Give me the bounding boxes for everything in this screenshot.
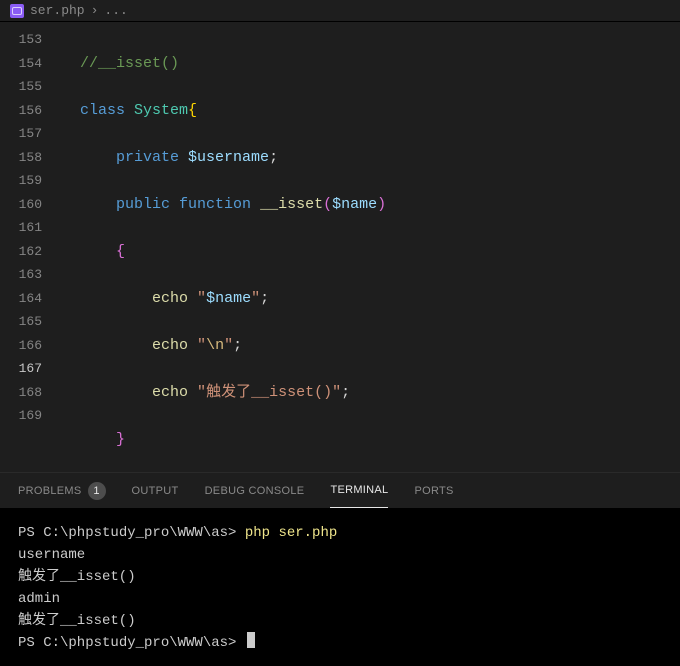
tab-problems-label: PROBLEMS <box>18 485 82 497</box>
line-number: 161 <box>0 216 60 240</box>
code-comment: //__isset() <box>80 55 179 72</box>
tab-output[interactable]: OUTPUT <box>132 473 179 508</box>
tab-terminal[interactable]: TERMINAL <box>330 473 388 508</box>
terminal-output-line: 触发了__isset() <box>18 569 136 585</box>
line-number: 162 <box>0 240 60 264</box>
panel-tab-bar: PROBLEMS 1 OUTPUT DEBUG CONSOLE TERMINAL… <box>0 473 680 508</box>
str-trigger: 触发了__isset() <box>206 384 332 401</box>
breadcrumb-filename[interactable]: ser.php <box>30 3 85 18</box>
fn-echo: echo <box>152 337 188 354</box>
kw-function: function <box>179 196 251 213</box>
class-name: System <box>134 102 188 119</box>
str-q: " <box>251 290 260 307</box>
param-name: $name <box>332 196 377 213</box>
terminal-prompt: PS C:\phpstudy_pro\WWW\as> <box>18 525 245 541</box>
line-number: 166 <box>0 334 60 358</box>
tab-output-label: OUTPUT <box>132 485 179 497</box>
terminal-command: php ser.php <box>245 525 337 541</box>
line-number: 163 <box>0 263 60 287</box>
line-number: 159 <box>0 169 60 193</box>
fn-isset-magic: __isset <box>260 196 323 213</box>
php-file-icon <box>10 4 24 18</box>
tab-debug-label: DEBUG CONSOLE <box>205 485 305 497</box>
breadcrumb-rest[interactable]: ... <box>104 3 127 18</box>
str-name-body: $name <box>206 290 251 307</box>
var-username: $username <box>188 149 269 166</box>
line-number: 154 <box>0 52 60 76</box>
str-q: " <box>224 337 233 354</box>
breadcrumb-sep-icon: › <box>91 3 99 18</box>
line-number: 165 <box>0 310 60 334</box>
tab-ports[interactable]: PORTS <box>414 473 453 508</box>
str-esc: \n <box>206 337 224 354</box>
terminal-output-line: admin <box>18 591 60 607</box>
line-number: 168 <box>0 381 60 405</box>
str-q: " <box>197 384 206 401</box>
line-number: 157 <box>0 122 60 146</box>
fn-echo: echo <box>152 384 188 401</box>
kw-class: class <box>80 102 125 119</box>
str-q: " <box>197 290 206 307</box>
line-number: 153 <box>0 28 60 52</box>
tab-debug-console[interactable]: DEBUG CONSOLE <box>205 473 305 508</box>
line-number: 167 <box>0 357 60 381</box>
terminal-cursor-icon <box>247 632 255 648</box>
code-editor[interactable]: 1531541551561571581591601611621631641651… <box>0 22 680 472</box>
str-q: " <box>197 337 206 354</box>
breadcrumb: ser.php › ... <box>0 0 680 22</box>
terminal-output-line: 触发了__isset() <box>18 613 136 629</box>
kw-private: private <box>116 149 179 166</box>
line-number: 156 <box>0 99 60 123</box>
fn-echo: echo <box>152 290 188 307</box>
terminal-prompt: PS C:\phpstudy_pro\WWW\as> <box>18 635 245 651</box>
tab-ports-label: PORTS <box>414 485 453 497</box>
line-number: 155 <box>0 75 60 99</box>
terminal-output-line: username <box>18 547 85 563</box>
str-q: " <box>332 384 341 401</box>
line-number: 160 <box>0 193 60 217</box>
code-area[interactable]: //__isset() class System{ private $usern… <box>60 22 680 472</box>
problems-count-badge: 1 <box>88 482 106 500</box>
line-number: 158 <box>0 146 60 170</box>
tab-terminal-label: TERMINAL <box>330 484 388 496</box>
line-number: 164 <box>0 287 60 311</box>
terminal-view[interactable]: PS C:\phpstudy_pro\WWW\as> php ser.php u… <box>0 508 680 666</box>
bottom-panel: PROBLEMS 1 OUTPUT DEBUG CONSOLE TERMINAL… <box>0 472 680 666</box>
line-number: 169 <box>0 404 60 428</box>
tab-problems[interactable]: PROBLEMS 1 <box>18 473 106 508</box>
line-number-gutter: 1531541551561571581591601611621631641651… <box>0 22 60 472</box>
kw-public: public <box>116 196 170 213</box>
